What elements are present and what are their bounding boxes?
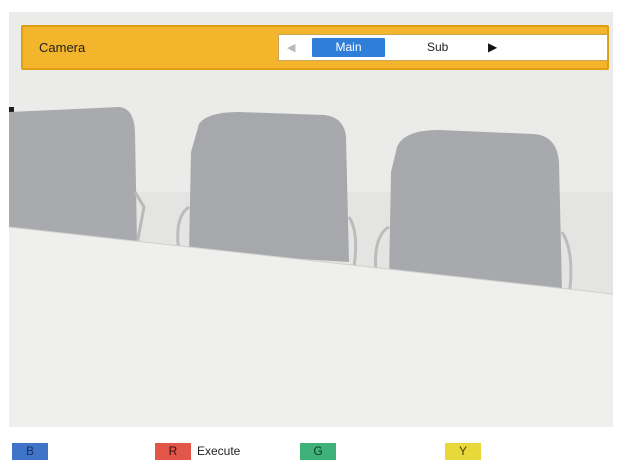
function-key-bar: B R Execute G Y (0, 438, 625, 462)
camera-panel: Camera ◀ Main Sub ▶ (21, 25, 609, 70)
green-key-button[interactable]: G (300, 443, 336, 460)
red-key-label: Execute (197, 444, 241, 458)
red-key-button[interactable]: R (155, 443, 191, 460)
camera-selector[interactable]: ◀ Main Sub ▶ (278, 34, 608, 61)
yellow-key-button[interactable]: Y (445, 443, 481, 460)
arrow-left-icon[interactable]: ◀ (287, 41, 295, 54)
blue-key-button[interactable]: B (12, 443, 48, 460)
camera-preview-screen: Camera ◀ Main Sub ▶ (9, 12, 613, 427)
camera-title: Camera (39, 40, 86, 55)
arrow-right-icon[interactable]: ▶ (488, 40, 497, 54)
camera-feed-image (9, 12, 613, 427)
camera-option-sub[interactable]: Sub (427, 40, 448, 54)
camera-option-main[interactable]: Main (312, 38, 385, 57)
